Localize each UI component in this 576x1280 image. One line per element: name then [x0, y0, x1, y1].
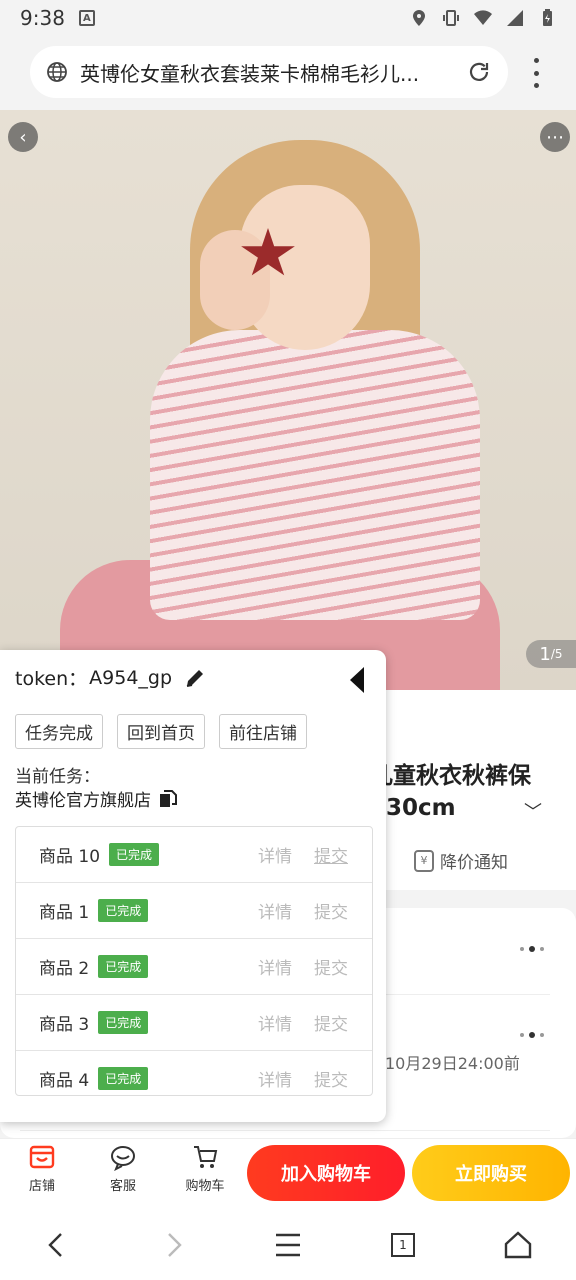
detail-link[interactable]: 详情 [258, 1066, 292, 1091]
product-title[interactable]: 儿童秋衣秋裤保 130cm [370, 760, 531, 824]
item-name: 商品 2 [39, 959, 90, 979]
task-panel: token： A954_gp 任务完成 回到首页 前往店铺 当前任务： 英博伦官… [0, 650, 386, 1122]
navigation-bar: 1 [0, 1210, 576, 1280]
location-icon [413, 10, 425, 26]
clock: 9:38 [20, 6, 65, 30]
pager-total: /5 [550, 647, 563, 661]
go-to-store-button[interactable]: 前往店铺 [219, 714, 307, 749]
status-badge: 已完成 [98, 955, 149, 978]
hamburger-menu-icon[interactable] [273, 1230, 303, 1260]
cart-label: 购物车 [185, 1179, 225, 1194]
image-figure-shirt [150, 330, 480, 620]
globe-icon [47, 62, 67, 82]
task-item-list[interactable]: 商品 10 已完成 详情 提交 商品 1 已完成 详情 提交 商品 2 已完成 … [15, 826, 373, 1096]
pager-current: 1 [539, 643, 551, 665]
item-name: 商品 4 [39, 1071, 90, 1091]
token-label: token： [15, 668, 88, 690]
service-label: 客服 [109, 1179, 136, 1194]
list-item: 商品 3 已完成 详情 提交 [16, 995, 372, 1051]
wifi-icon [474, 10, 492, 25]
submit-link[interactable]: 提交 [314, 842, 348, 867]
copy-icon[interactable] [159, 789, 177, 808]
home-icon[interactable] [503, 1230, 533, 1260]
detail-link[interactable]: 详情 [258, 954, 292, 979]
more-icon[interactable]: ⋯ [540, 122, 570, 152]
list-item: 商品 2 已完成 详情 提交 [16, 939, 372, 995]
divider [20, 1130, 550, 1131]
list-item: 商品 1 已完成 详情 提交 [16, 883, 372, 939]
store-button[interactable]: 店铺 [12, 1143, 72, 1194]
browser-menu-icon[interactable] [528, 58, 544, 88]
battery-icon [543, 9, 552, 26]
tabs-icon[interactable]: 1 [388, 1230, 418, 1260]
product-title-line1: 儿童秋衣秋裤保 [370, 763, 531, 789]
screen: 9:38 A 英博伦女童秋衣套装莱卡棉棉毛衫儿... ‹ ⋯ 1 /5 儿童秋衣… [0, 0, 576, 1280]
store-icon [29, 1145, 55, 1169]
chevron-down-icon[interactable]: ﹀ [524, 798, 542, 824]
status-bar: 9:38 A [0, 0, 576, 36]
token-value: A954_gp [89, 666, 173, 689]
collapse-panel-icon[interactable] [349, 666, 365, 694]
price-alert-button[interactable]: ¥ 降价通知 [414, 848, 508, 873]
reload-icon[interactable] [466, 59, 492, 85]
detail-link[interactable]: 详情 [258, 842, 292, 867]
status-icons [410, 9, 556, 27]
token-row: token： A954_gp [15, 664, 206, 691]
task-complete-button[interactable]: 任务完成 [15, 714, 103, 749]
browser-toolbar: 英博伦女童秋衣套装莱卡棉棉毛衫儿... [0, 36, 576, 110]
current-task-label: 当前任务： [15, 767, 100, 787]
submit-link[interactable]: 提交 [314, 954, 348, 979]
cart-icon [194, 1146, 218, 1168]
product-image[interactable]: ‹ ⋯ 1/5 [0, 110, 576, 690]
add-to-cart-button[interactable]: 加入购物车 [247, 1145, 405, 1201]
more-dots-icon[interactable] [520, 1032, 544, 1038]
signal-icon [507, 10, 523, 26]
detail-link[interactable]: 详情 [258, 1010, 292, 1035]
submit-link[interactable]: 提交 [314, 898, 348, 923]
tabs-count: 1 [391, 1233, 415, 1257]
status-badge: 已完成 [109, 843, 160, 866]
notification-a-icon: A [78, 10, 95, 26]
image-figure-hand [200, 230, 270, 330]
submit-link[interactable]: 提交 [314, 1010, 348, 1035]
item-name: 商品 10 [39, 847, 101, 867]
status-badge: 已完成 [98, 899, 149, 922]
back-arrow-icon[interactable] [42, 1230, 72, 1260]
chat-icon [111, 1146, 135, 1171]
detail-link[interactable]: 详情 [258, 898, 292, 923]
current-store: 英博伦官方旗舰店 [15, 786, 177, 811]
image-pager: 1/5 [526, 640, 576, 668]
address-bar[interactable]: 英博伦女童秋衣套装莱卡棉棉毛衫儿... [30, 46, 508, 98]
product-title-line2: 130cm [370, 795, 456, 821]
back-icon[interactable]: ‹ [8, 122, 38, 152]
vibrate-icon [443, 10, 459, 26]
cart-button[interactable]: 购物车 [175, 1143, 235, 1194]
panel-button-row: 任务完成 回到首页 前往店铺 [15, 714, 307, 749]
back-home-button[interactable]: 回到首页 [117, 714, 205, 749]
promo-deadline: 10月29日24:00前 [385, 1054, 520, 1073]
edit-pencil-icon[interactable] [184, 667, 206, 689]
price-tag-icon: ¥ [414, 849, 434, 872]
bottom-action-bar: 店铺 客服 购物车 加入购物车 立即购买 [0, 1138, 576, 1210]
status-badge: 已完成 [98, 1011, 149, 1034]
url-text: 英博伦女童秋衣套装莱卡棉棉毛衫儿... [80, 61, 420, 86]
buy-now-button[interactable]: 立即购买 [412, 1145, 570, 1201]
list-item: 商品 4 已完成 详情 提交 [16, 1051, 372, 1095]
service-button[interactable]: 客服 [93, 1143, 153, 1194]
item-name: 商品 3 [39, 1015, 90, 1035]
forward-arrow-icon[interactable] [158, 1230, 188, 1260]
more-dots-icon[interactable] [520, 946, 544, 952]
store-label: 店铺 [28, 1179, 55, 1194]
price-alert-label: 降价通知 [440, 853, 508, 873]
submit-link[interactable]: 提交 [314, 1066, 348, 1091]
current-store-name: 英博伦官方旗舰店 [15, 791, 151, 811]
status-badge: 已完成 [98, 1067, 149, 1090]
item-name: 商品 1 [39, 903, 90, 923]
list-item: 商品 10 已完成 详情 提交 [16, 827, 372, 883]
